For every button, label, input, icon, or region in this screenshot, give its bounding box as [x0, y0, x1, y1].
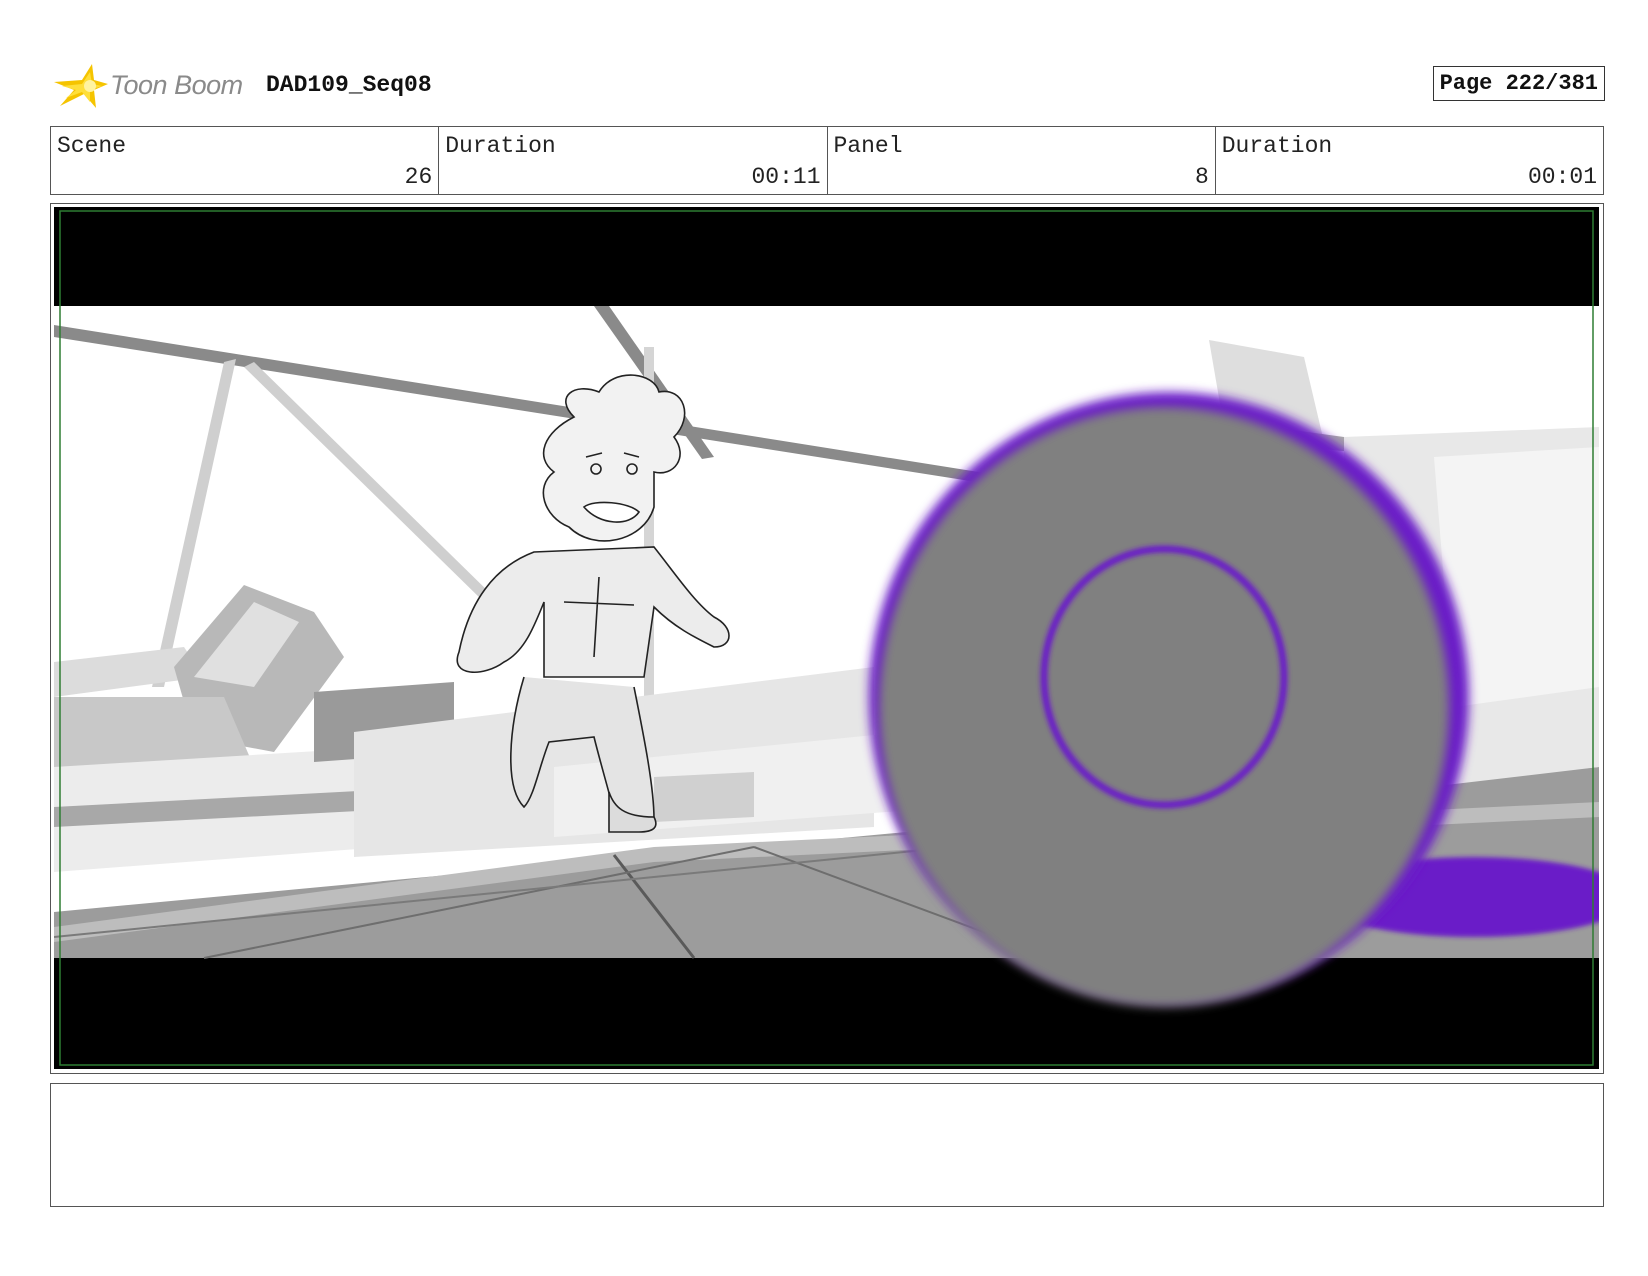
- scene-label: Scene: [57, 133, 127, 159]
- project-title: DAD109_Seq08: [266, 72, 432, 98]
- panel-duration-cell: Duration 00:01: [1216, 127, 1603, 194]
- page-number: Page 222/381: [1439, 71, 1598, 96]
- toon-boom-star-icon: [54, 64, 108, 108]
- scene-duration-cell: Duration 00:11: [439, 127, 828, 194]
- page-number-box: Page 222/381: [1432, 66, 1605, 101]
- scene-cell: Scene 26: [51, 127, 440, 194]
- panel-drawing: [54, 207, 1599, 1069]
- panel-duration-value: 00:01: [1527, 164, 1597, 190]
- toon-boom-logo: Toon Boom: [52, 60, 243, 112]
- panel-value: 8: [1194, 164, 1209, 190]
- panel-label: Panel: [833, 133, 903, 159]
- logo-text: Toon Boom: [110, 70, 243, 100]
- scene-duration-label: Duration: [445, 133, 556, 159]
- scene-duration-value: 00:11: [751, 164, 821, 190]
- page-header: Toon Boom DAD109_Seq08 Page 222/381: [50, 56, 1605, 116]
- panel-info-table: Scene 26 Duration 00:11 Panel 8 Duration…: [50, 126, 1604, 195]
- panel-duration-label: Duration: [1221, 133, 1333, 159]
- storyboard-panel-frame: [50, 203, 1604, 1074]
- storyboard-panel-image: [54, 207, 1599, 1069]
- panel-cell: Panel 8: [828, 127, 1216, 194]
- scene-value: 26: [404, 164, 433, 190]
- panel-notes-box: [50, 1083, 1604, 1207]
- scene-artwork: [54, 306, 1599, 1007]
